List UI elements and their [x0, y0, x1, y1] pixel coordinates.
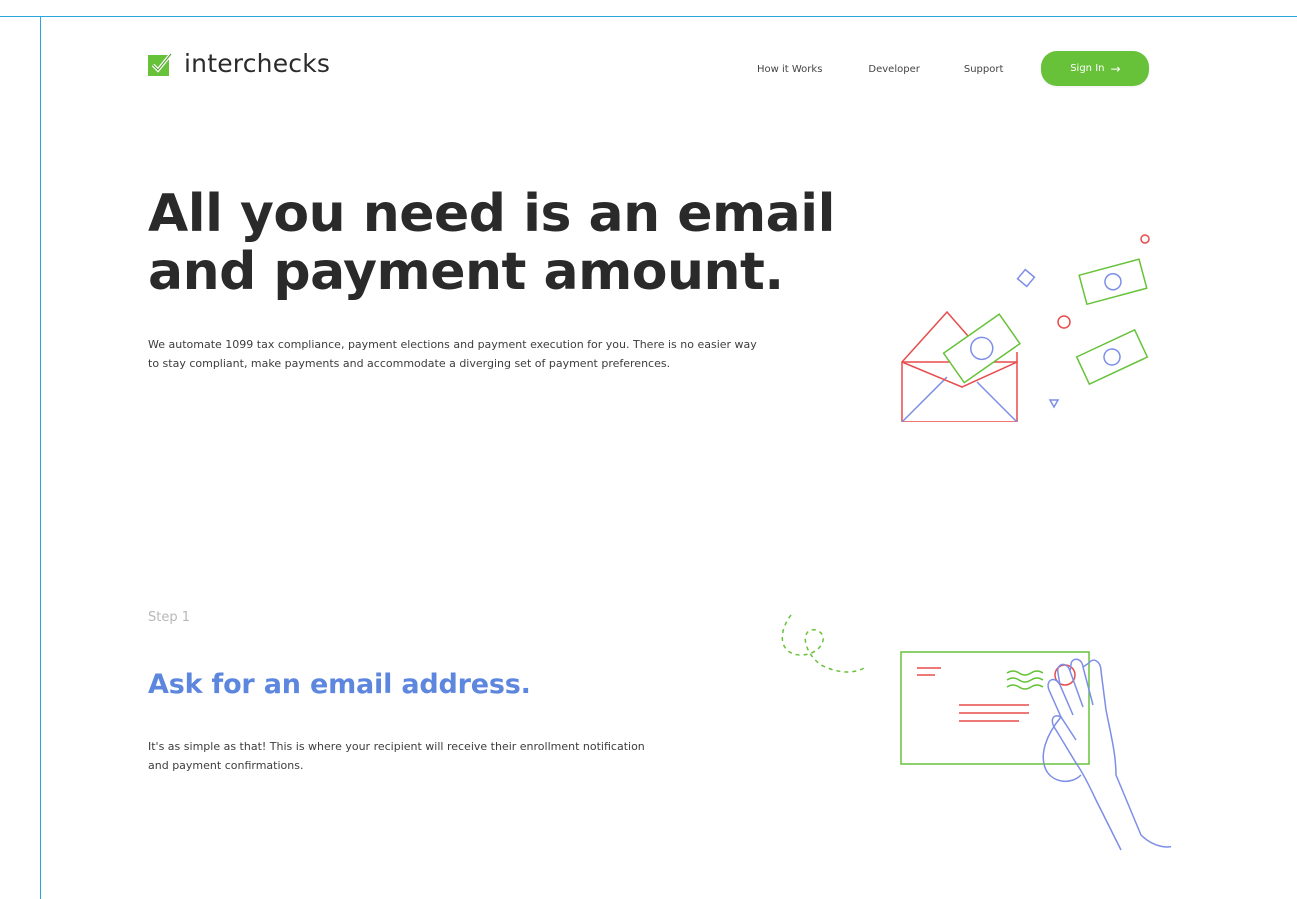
nav-support[interactable]: Support [964, 64, 1004, 75]
check-logo-icon [148, 52, 172, 76]
arrow-right-icon: → [1110, 61, 1121, 76]
letter-hand-illustration [781, 614, 1171, 851]
logo[interactable]: interchecks [148, 49, 330, 78]
page: interchecks How it Works Developer Suppo… [41, 17, 1297, 899]
letter-envelope-shape [900, 651, 1090, 765]
hero-title: All you need is an email and payment amo… [148, 185, 848, 301]
brand-name: interchecks [184, 49, 331, 78]
sign-in-label: Sign In [1070, 63, 1105, 74]
step-label: Step 1 [148, 610, 191, 625]
envelope-money-illustration [901, 234, 1150, 422]
hero-title-line1: All you need is an email [148, 184, 835, 244]
sign-in-button[interactable]: Sign In → [1041, 51, 1150, 86]
hero-description: We automate 1099 tax compliance, payment… [148, 338, 757, 370]
nav-how-it-works[interactable]: How it Works [757, 64, 822, 75]
top-nav: How it Works Developer Support Sign In → [757, 51, 1150, 86]
nav-developer[interactable]: Developer [868, 64, 919, 75]
step-title: Ask for an email address. [148, 669, 531, 700]
hero-title-line2: and payment amount. [148, 242, 784, 302]
step-description: It's as simple as that! This is where yo… [148, 740, 645, 772]
